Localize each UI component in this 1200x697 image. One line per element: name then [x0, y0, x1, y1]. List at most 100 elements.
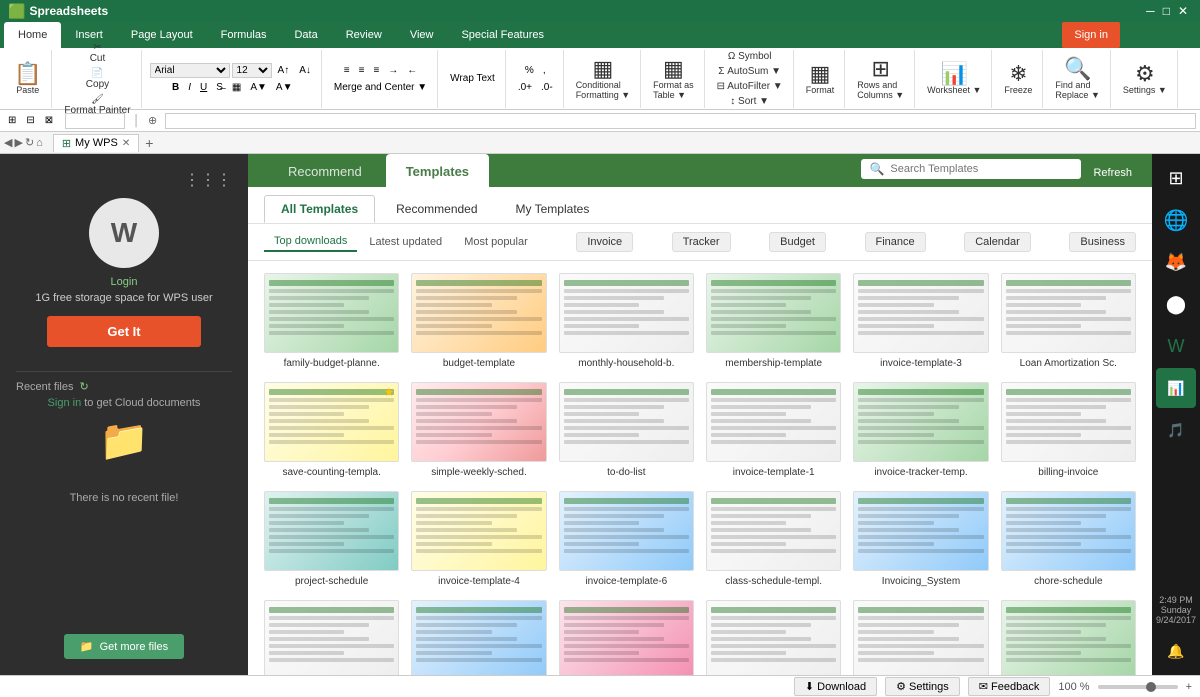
- italic-button[interactable]: I: [184, 80, 195, 95]
- recommended-subtab[interactable]: Recommended: [379, 195, 494, 223]
- strikethrough-button[interactable]: S̶: [212, 80, 227, 95]
- my-templates-tab[interactable]: My Templates: [499, 195, 607, 223]
- template-item[interactable]: project-schedule: [264, 491, 399, 588]
- filter-button[interactable]: ⊟ AutoFilter ▼: [713, 79, 787, 94]
- category-business[interactable]: Business: [1069, 232, 1136, 252]
- tab-view[interactable]: View: [396, 22, 448, 48]
- sign-in-link[interactable]: Sign in: [48, 397, 82, 409]
- os-spreadsheet-icon[interactable]: 📊: [1156, 368, 1196, 408]
- template-item[interactable]: ★save-counting-templa.: [264, 382, 399, 479]
- tab-review[interactable]: Review: [332, 22, 396, 48]
- category-tracker[interactable]: Tracker: [672, 232, 731, 252]
- bold-button[interactable]: B: [168, 80, 183, 95]
- recommend-tab[interactable]: Recommend: [268, 154, 382, 187]
- refresh-recent-btn[interactable]: ↻: [79, 380, 88, 393]
- template-item[interactable]: class-schedule-templ.: [706, 491, 841, 588]
- os-wps-icon[interactable]: W: [1156, 326, 1196, 366]
- template-item[interactable]: chore-schedule: [1001, 491, 1136, 588]
- wrap-text-button[interactable]: Wrap Text: [446, 71, 499, 86]
- view-toggle-1[interactable]: ⊞: [4, 113, 20, 128]
- template-item[interactable]: family-budget-planne.: [264, 273, 399, 370]
- tab-formulas[interactable]: Formulas: [207, 22, 281, 48]
- all-templates-tab[interactable]: All Templates: [264, 195, 375, 223]
- merge-center-button[interactable]: Merge and Center ▼: [330, 80, 431, 95]
- template-search-input[interactable]: [890, 163, 1073, 175]
- new-tab-button[interactable]: +: [141, 135, 157, 151]
- cut-button[interactable]: ✂ Cut: [82, 40, 112, 66]
- font-size-select[interactable]: 12: [232, 63, 272, 78]
- template-item[interactable]: employee-schedule: [264, 600, 399, 675]
- tab-home[interactable]: Home: [4, 22, 61, 48]
- sort-latest-updated[interactable]: Latest updated: [359, 233, 452, 251]
- template-item[interactable]: Project_Management: [411, 600, 546, 675]
- paste-button[interactable]: 📋 Paste: [10, 54, 45, 104]
- border-button[interactable]: ▦: [228, 80, 245, 95]
- view-toggle-3[interactable]: ⊠: [41, 113, 57, 128]
- os-browser-ie[interactable]: 🌐: [1156, 200, 1196, 240]
- template-item[interactable]: invoice-tracker-temp.: [853, 382, 988, 479]
- zoom-slider[interactable]: [1098, 685, 1178, 689]
- feedback-button[interactable]: ✉ Feedback: [968, 677, 1051, 696]
- apps-grid-button[interactable]: ⋮⋮⋮: [184, 170, 232, 190]
- template-item[interactable]: receipt-template: [853, 600, 988, 675]
- template-item[interactable]: monthly-household-b.: [559, 273, 694, 370]
- sign-in-button[interactable]: Sign in: [1062, 22, 1120, 48]
- align-left-button[interactable]: ≡: [340, 63, 354, 78]
- nav-forward-btn[interactable]: ▶: [14, 136, 22, 149]
- decrease-decimal-button[interactable]: .0-: [537, 80, 557, 95]
- tab-data[interactable]: Data: [280, 22, 331, 48]
- os-notifications[interactable]: 🔔: [1156, 631, 1196, 671]
- template-item[interactable]: invoice-template-4: [411, 491, 546, 588]
- refresh-tab-btn[interactable]: ↻: [25, 136, 34, 149]
- sort-button[interactable]: ↕ Sort ▼: [726, 94, 773, 109]
- home-tab-btn[interactable]: ⌂: [36, 137, 43, 149]
- copy-button[interactable]: 📄 Copy: [82, 66, 113, 92]
- zoom-plus-btn[interactable]: +: [1186, 681, 1192, 693]
- settings-button[interactable]: ⚙ Settings ▼: [1119, 54, 1171, 104]
- sort-top-downloads[interactable]: Top downloads: [264, 232, 357, 252]
- my-wps-tab[interactable]: ⊞ My WPS ✕: [53, 134, 139, 152]
- maximize-btn[interactable]: □: [1163, 4, 1170, 18]
- minimize-btn[interactable]: ─: [1146, 4, 1155, 18]
- wps-tab-close[interactable]: ✕: [122, 138, 130, 149]
- find-replace-button[interactable]: 🔍 Find andReplace ▼: [1051, 54, 1103, 104]
- category-finance[interactable]: Finance: [865, 232, 926, 252]
- template-item[interactable]: wedding-budget: [559, 600, 694, 675]
- settings-bottom-button[interactable]: ⚙ Settings: [885, 677, 960, 696]
- refresh-button[interactable]: Refresh: [1093, 167, 1132, 179]
- template-item[interactable]: membership-template: [706, 273, 841, 370]
- formula-input[interactable]: [165, 113, 1196, 129]
- format-button[interactable]: ▦ Format: [802, 54, 839, 104]
- template-search-box[interactable]: 🔍: [861, 159, 1081, 179]
- category-calendar[interactable]: Calendar: [964, 232, 1031, 252]
- tab-special-features[interactable]: Special Features: [447, 22, 558, 48]
- font-color-button[interactable]: A▼: [272, 80, 297, 95]
- format-as-table-button[interactable]: ▦ Format asTable ▼: [649, 54, 698, 104]
- fill-color-button[interactable]: A▼: [246, 80, 271, 95]
- percent-button[interactable]: %: [521, 63, 538, 78]
- font-grow-button[interactable]: A↑: [274, 63, 294, 78]
- template-item[interactable]: budget-template: [411, 273, 546, 370]
- comma-button[interactable]: ,: [539, 63, 550, 78]
- formula-expand-btn[interactable]: ⊕: [148, 114, 157, 127]
- align-center-button[interactable]: ≡: [355, 63, 369, 78]
- font-shrink-button[interactable]: A↓: [295, 63, 315, 78]
- template-item[interactable]: billing-invoice: [1001, 382, 1136, 479]
- template-item[interactable]: simple-weekly-sched.: [411, 382, 546, 479]
- underline-button[interactable]: U: [196, 80, 211, 95]
- view-toggle-2[interactable]: ⊟: [22, 113, 38, 128]
- align-right-button[interactable]: ≡: [369, 63, 383, 78]
- template-item[interactable]: invoice-template-6: [559, 491, 694, 588]
- conditional-formatting-button[interactable]: ▦ ConditionalFormatting ▼: [572, 54, 634, 104]
- increase-decimal-button[interactable]: .0+: [514, 80, 536, 95]
- get-more-files-button[interactable]: 📁 Get more files: [64, 634, 184, 659]
- get-it-button[interactable]: Get It: [47, 316, 200, 347]
- template-item[interactable]: invoice-template-3: [853, 273, 988, 370]
- outdent-button[interactable]: ←: [403, 63, 421, 78]
- templates-tab[interactable]: Templates: [386, 154, 489, 187]
- template-item[interactable]: pay-cal-report: [1001, 600, 1136, 675]
- font-name-select[interactable]: Arial: [150, 63, 230, 78]
- os-audacity-icon[interactable]: 🎵: [1156, 410, 1196, 450]
- os-browser-firefox[interactable]: 🦊: [1156, 242, 1196, 282]
- worksheet-button[interactable]: 📊 Worksheet ▼: [923, 54, 985, 104]
